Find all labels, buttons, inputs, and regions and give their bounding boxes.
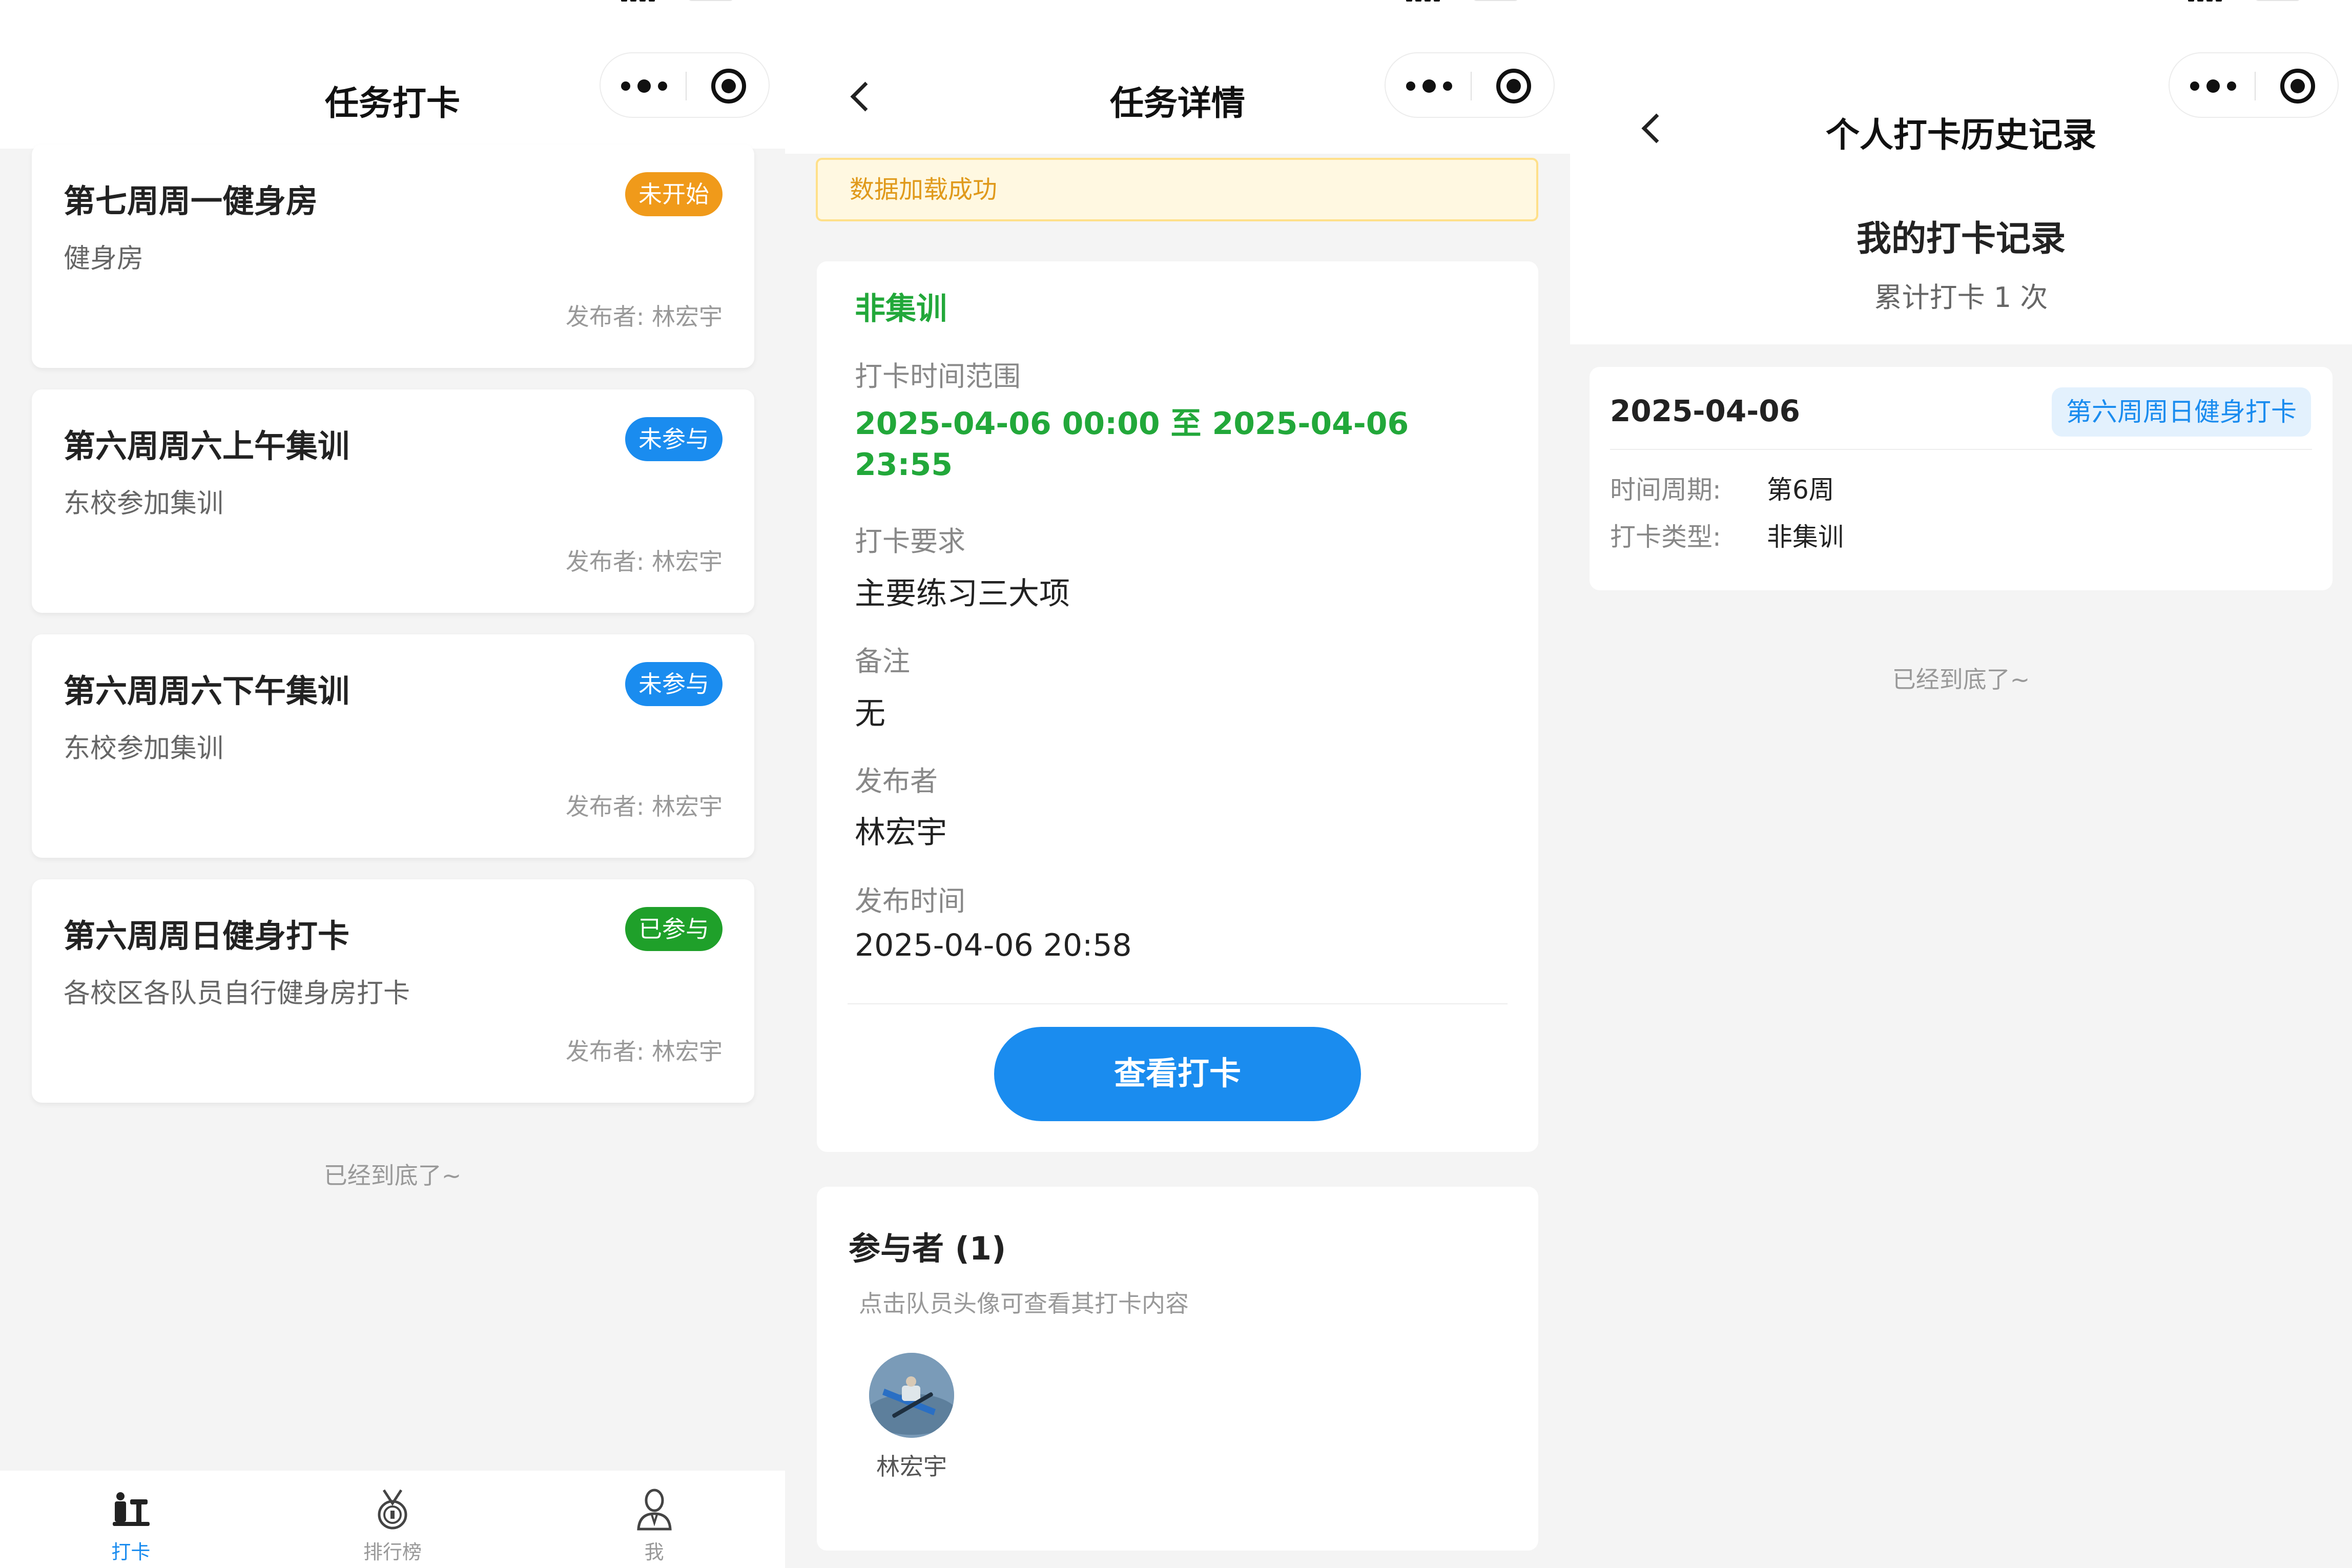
type-label: 打卡类型: [1610,522,1721,552]
checkin-icon [113,1492,150,1526]
participants-hint: 点击队员头像可查看其打卡内容 [859,1290,1189,1317]
mini-program-capsule [1385,52,1555,118]
task-description: 健身房 [64,243,144,274]
requirement-value: 主要练习三大项 [855,576,1070,612]
close-capsule-icon[interactable] [2280,69,2315,104]
publisher-label: 发布者 [855,765,938,797]
close-capsule-icon[interactable] [711,69,746,104]
checkin-history-screen: 个人打卡历史记录 我的打卡记录 累计打卡 1 次 2025-04-06 第六周周… [1570,0,2352,1568]
more-icon[interactable] [621,75,667,97]
load-success-toast: 数据加载成功 [816,158,1538,221]
tab-label: 我 [644,1541,664,1563]
task-description: 东校参加集训 [64,488,224,519]
medal-icon [378,1489,407,1530]
more-icon[interactable] [1406,75,1452,97]
task-title: 第六周周日健身打卡 [64,917,350,955]
task-list-screen: 任务打卡 第七周周一健身房 未开始 健身房 发布者: 林宏宇 第六周周六上午集训… [0,0,785,1568]
status-badge: 未参与 [625,662,723,706]
divider [848,1003,1508,1004]
publish-time-value: 2025-04-06 20:58 [855,927,1132,963]
record-date: 2025-04-06 [1610,394,1800,428]
remark-value: 无 [855,696,885,732]
tab-label: 排行榜 [363,1541,422,1563]
nav-bar: 个人打卡历史记录 我的打卡记录 累计打卡 1 次 [1570,0,2352,344]
task-title: 第六周周六上午集训 [64,427,350,465]
nav-bar: 任务打卡 [0,0,785,149]
tab-bar: 打卡 排行榜 我 [0,1471,785,1568]
participants-title: 参与者 (1) [849,1230,1006,1267]
task-publisher: 发布者: 林宏宇 [565,303,723,331]
mini-program-capsule [600,52,770,118]
participants-card: 参与者 (1) 点击队员头像可查看其打卡内容 林宏宇 [817,1187,1538,1551]
task-type-value: 非集训 [855,291,947,327]
tab-ranking[interactable]: 排行榜 [262,1471,524,1568]
capsule-divider [1471,72,1472,100]
tab-checkin[interactable]: 打卡 [0,1471,262,1568]
publish-time-label: 发布时间 [855,885,965,917]
period-label: 时间周期: [1610,475,1721,505]
status-bar [0,0,785,5]
status-badge: 未参与 [625,417,723,461]
time-range-value-cont: 23:55 [855,447,953,483]
task-description: 东校参加集训 [64,733,224,764]
task-detail-card: 非集训 打卡时间范围 2025-04-06 00:00 至 2025-04-06… [817,261,1538,1152]
task-publisher: 发布者: 林宏宇 [565,1038,723,1065]
task-detail-screen: 任务详情 数据加载成功 非集训 打卡时间范围 2025-04-06 00:00 … [785,0,1570,1568]
view-checkin-button[interactable]: 查看打卡 [994,1027,1361,1121]
time-range-label: 打卡时间范围 [855,360,1021,393]
end-of-list-hint: 已经到底了~ [1892,666,2030,693]
task-card[interactable]: 第六周周日健身打卡 已参与 各校区各队员自行健身房打卡 发布者: 林宏宇 [32,879,754,1103]
more-icon[interactable] [2190,75,2236,97]
capsule-divider [2255,72,2256,100]
mini-program-capsule [2169,52,2339,118]
task-publisher: 发布者: 林宏宇 [565,793,723,820]
capsule-divider [686,72,687,100]
avatar-image [869,1353,954,1438]
close-capsule-icon[interactable] [1496,69,1531,104]
battery-icon [688,0,734,1]
period-value: 第6周 [1767,475,1834,505]
battery-icon [2255,0,2301,1]
remark-label: 备注 [855,645,910,677]
requirement-label: 打卡要求 [855,525,965,558]
task-description: 各校区各队员自行健身房打卡 [64,978,410,1009]
history-record-card[interactable]: 2025-04-06 第六周周日健身打卡 时间周期: 第6周 打卡类型: 非集训 [1590,367,2333,590]
divider [1610,449,2312,450]
publisher-value: 林宏宇 [855,815,947,851]
participant-name: 林宏宇 [876,1453,947,1480]
task-title: 第六周周六下午集训 [64,672,350,710]
task-publisher: 发布者: 林宏宇 [565,548,723,575]
tab-label: 打卡 [111,1541,151,1563]
end-of-list-hint: 已经到底了~ [323,1162,462,1189]
task-card[interactable]: 第七周周一健身房 未开始 健身房 发布者: 林宏宇 [32,145,754,368]
summary-title: 我的打卡记录 [1856,219,2066,259]
task-card[interactable]: 第六周周六上午集训 未参与 东校参加集训 发布者: 林宏宇 [32,389,754,613]
status-badge: 已参与 [625,907,723,951]
type-value: 非集训 [1767,522,1844,552]
status-badge: 未开始 [625,172,723,216]
person-icon [636,1489,672,1531]
participant-avatar[interactable] [869,1353,954,1438]
tab-me[interactable]: 我 [523,1471,785,1568]
task-title: 第七周周一健身房 [64,182,318,220]
status-bar [1570,0,2352,5]
status-bar [785,0,1570,5]
time-range-value: 2025-04-06 00:00 至 2025-04-06 [855,406,1409,442]
battery-icon [1473,0,1519,1]
task-card[interactable]: 第六周周六下午集训 未参与 东校参加集训 发布者: 林宏宇 [32,634,754,858]
nav-bar: 任务详情 [785,0,1570,154]
summary-count: 累计打卡 1 次 [1874,281,2048,314]
record-task-tag: 第六周周日健身打卡 [2052,387,2311,437]
